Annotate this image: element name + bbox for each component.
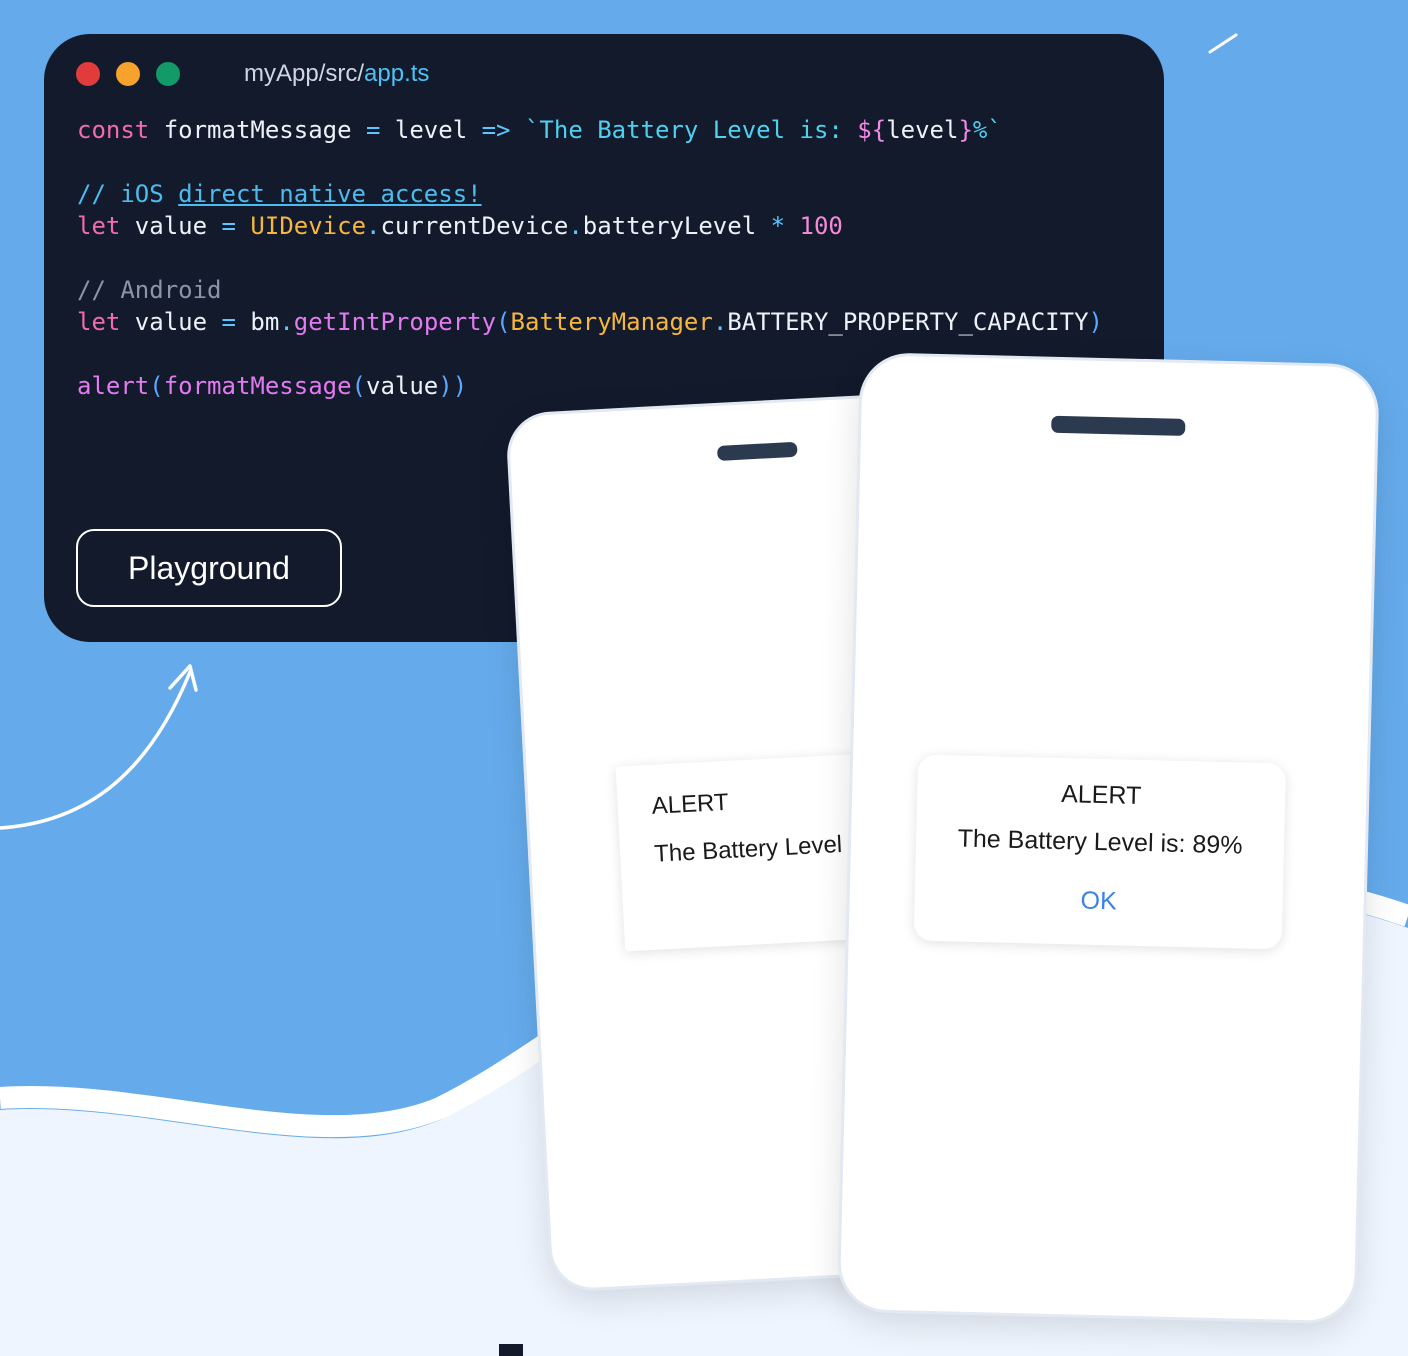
code-class: BatteryManager [510, 308, 713, 336]
code-operator: * [770, 212, 786, 240]
alert-dialog: ALERT The Battery Level is: 89% OK [913, 754, 1287, 950]
code-string: %` [972, 116, 1002, 144]
code-paren: ( [496, 308, 511, 336]
file-name: app.ts [364, 60, 430, 87]
code-paren: ( [351, 372, 366, 400]
code-property: batteryLevel [582, 212, 771, 240]
code-number: 100 [785, 212, 843, 240]
phone-speaker-notch [1051, 415, 1186, 436]
code-function: formatMessage [163, 372, 352, 400]
alert-ok-button[interactable]: OK [1066, 882, 1131, 921]
traffic-light-orange-icon[interactable] [116, 62, 140, 86]
code-keyword: let [77, 212, 121, 240]
code-identifier: value [366, 372, 439, 400]
phone-speaker-notch [716, 441, 798, 461]
file-path-prefix: myApp/src/ [244, 60, 365, 87]
code-line-3: let value = UIDevice.currentDevice.batte… [77, 210, 843, 242]
traffic-light-red-icon[interactable] [76, 62, 100, 86]
code-comment: // iOS [77, 180, 179, 208]
code-line-1: const formatMessage = level => `The Batt… [77, 114, 1002, 146]
comment-link[interactable]: direct native access! [178, 180, 481, 208]
code-property: currentDevice [380, 212, 569, 240]
code-class: UIDevice [250, 212, 367, 240]
code-line-2: // iOS direct native access! [77, 178, 482, 210]
alert-message: The Battery Level is: 89% [957, 824, 1243, 860]
traffic-light-green-icon[interactable] [156, 62, 180, 86]
playground-button[interactable]: Playground [76, 529, 342, 607]
code-function: alert [77, 372, 150, 400]
code-operator: = [366, 116, 381, 144]
code-dot: . [366, 212, 381, 240]
partial-heading-glyph [499, 1344, 523, 1356]
code-method: getIntProperty [293, 308, 497, 336]
code-keyword: const [77, 116, 150, 144]
code-identifier: level [886, 116, 959, 144]
code-interpolation: } [958, 116, 973, 144]
code-identifier: bm [235, 308, 280, 336]
alert-title: ALERT [1060, 780, 1142, 811]
code-paren: ) [1088, 308, 1103, 336]
code-dot: . [712, 308, 728, 336]
code-identifier: level [380, 116, 482, 144]
code-constant: BATTERY_PROPERTY_CAPACITY [727, 308, 1089, 336]
code-comment: // Android [77, 276, 222, 304]
code-line-5: let value = bm.getIntProperty(BatteryMan… [77, 306, 1103, 338]
code-operator: = [221, 308, 236, 336]
phone-mockup-front: ALERT The Battery Level is: 89% OK [836, 352, 1380, 1325]
code-identifier: formatMessage [149, 116, 366, 144]
code-dot: . [568, 212, 583, 240]
corner-slash-mark [1208, 33, 1238, 54]
code-identifier: value [120, 212, 222, 240]
code-interpolation: ${ [857, 116, 887, 144]
code-line-4: // Android [77, 274, 222, 306]
code-dot: . [279, 308, 294, 336]
code-keyword: let [77, 308, 121, 336]
code-identifier: value [120, 308, 222, 336]
code-operator: = [221, 212, 236, 240]
file-path: myApp/src/app.ts [244, 60, 429, 88]
code-string: `The Battery Level is: [510, 116, 858, 144]
code-operator: => [481, 116, 511, 144]
curved-arrow-icon [0, 664, 198, 830]
code-paren: ( [149, 372, 164, 400]
code-line-6: alert(formatMessage(value)) [77, 370, 467, 402]
code-paren: )) [438, 372, 468, 400]
